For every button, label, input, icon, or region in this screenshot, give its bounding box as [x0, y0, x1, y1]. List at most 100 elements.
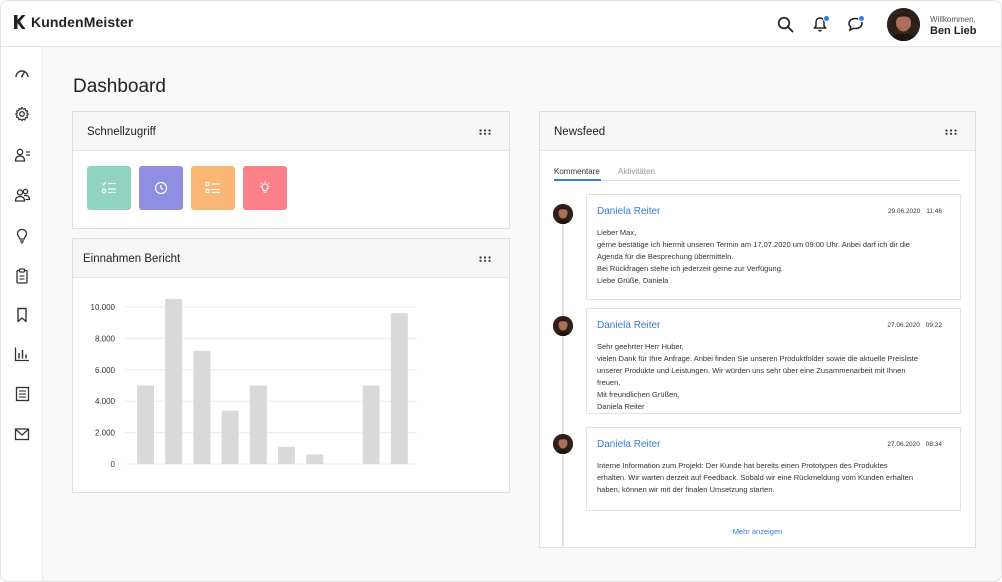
feed-line: Agenda für die Besprechung übermitteln. — [597, 252, 734, 261]
user-name[interactable]: Ben Lieb — [930, 25, 976, 37]
page-title: Dashboard — [73, 76, 166, 97]
feed-line: Interne Information zum Projekt: Der Kun… — [597, 461, 888, 470]
user-avatar[interactable] — [887, 8, 920, 41]
quick-access-title: Schnellzugriff — [87, 126, 156, 138]
bookmark-icon — [17, 307, 27, 323]
feed-author[interactable]: Daniela Reiter — [597, 320, 660, 331]
feed-author[interactable]: Daniela Reiter — [597, 206, 660, 217]
feed-timestamp: 29.06.2020 11:46 — [888, 208, 942, 215]
app-window: KundenMeister Willkommen, Ben Lieb Dashb… — [0, 0, 1002, 582]
checklist-icon — [101, 181, 116, 194]
clock-icon — [154, 181, 168, 195]
feed-line: Liebe Grüße, Daniela — [597, 276, 669, 285]
chart-bar[interactable] — [278, 446, 295, 464]
user-list-icon — [14, 148, 30, 162]
messages-button[interactable] — [844, 13, 866, 35]
quick-access-list-button[interactable] — [191, 166, 235, 210]
search-icon[interactable] — [774, 13, 796, 35]
newsfeed-header: Newsfeed — [540, 112, 975, 151]
more-menu-icon[interactable] — [479, 256, 491, 262]
newsfeed-tabs: Kommentare Aktivitäten — [554, 162, 960, 181]
chart-bar[interactable] — [221, 410, 239, 464]
feed-timestamp: 27.06.2020 08:34 — [887, 441, 942, 448]
feed-line: Bei Rückfragen stehe ich jederzeit gerne… — [597, 264, 783, 273]
income-report-card: Einnahmen Bericht 0 2.000 4.000 6.000 8.000 1… — [72, 238, 510, 493]
chart-bar[interactable] — [306, 454, 324, 464]
feed-item: Daniela Reiter 27.06.2020 08:34 Interne … — [586, 427, 961, 511]
lightbulb-icon — [259, 181, 271, 193]
feed-line: unserer Produkte und Leistungen. Wir wür… — [597, 366, 906, 375]
feed-timestamp: 27.06.2020 09:22 — [887, 322, 942, 329]
feed-message: Interne Information zum Projekt: Der Kun… — [597, 460, 950, 496]
sidebar — [1, 47, 43, 581]
feed-line: Mit freundlichen Grüßen, — [597, 390, 680, 399]
gear-icon — [15, 106, 29, 122]
feed-line: haben, können wir mit der finalen Umsetz… — [597, 485, 775, 494]
quick-access-time-button[interactable] — [139, 166, 183, 210]
feed-message: Lieber Max, gerne bestätige ich hiermit … — [597, 227, 950, 287]
feed-time: 09:22 — [925, 322, 942, 329]
notifications-button[interactable] — [809, 13, 831, 35]
newsfeed-title: Newsfeed — [554, 126, 606, 138]
quick-access-card: Schnellzugriff — [72, 111, 510, 229]
y-tick-label: 4.000 — [95, 397, 116, 406]
tab-activities[interactable]: Aktivitäten — [618, 167, 655, 176]
sidebar-item-dashboard[interactable] — [13, 65, 31, 83]
users-icon — [14, 188, 30, 202]
income-report-header: Einnahmen Bericht — [73, 239, 509, 278]
feed-item: Daniela Reiter 27.06.2020 09:22 Sehr gee… — [586, 308, 961, 414]
clipboard-icon — [16, 268, 28, 284]
more-menu-icon[interactable] — [479, 129, 491, 135]
sidebar-item-bookmarks[interactable] — [13, 306, 31, 324]
app-name: KundenMeister — [31, 14, 134, 30]
income-report-title: Einnahmen Bericht — [83, 253, 181, 265]
avatar — [553, 316, 573, 336]
feed-date: 29.06.2020 — [887, 208, 921, 215]
document-list-icon — [15, 386, 29, 402]
avatar — [553, 434, 573, 454]
sidebar-item-tasks[interactable] — [13, 267, 31, 285]
avatar — [553, 204, 573, 224]
sidebar-item-mail[interactable] — [13, 425, 31, 443]
y-tick-label: 6.000 — [95, 366, 116, 375]
feed-line: Lieber Max, — [597, 228, 637, 237]
sidebar-item-ideas[interactable] — [13, 227, 31, 245]
app-logo[interactable]: KundenMeister — [13, 14, 133, 30]
chart-bar[interactable] — [390, 313, 408, 464]
top-bar: KundenMeister Willkommen, Ben Lieb — [1, 1, 1001, 47]
y-tick-label: 8.000 — [95, 334, 116, 343]
quick-access-tasks-button[interactable] — [87, 166, 131, 210]
sidebar-item-reports[interactable] — [13, 345, 31, 363]
feed-author[interactable]: Daniela Reiter — [597, 439, 660, 450]
quick-access-ideas-button[interactable] — [243, 166, 287, 210]
dashboard-icon — [15, 70, 29, 78]
chart-bar[interactable] — [249, 385, 267, 465]
feed-line: Sehr geehrter Herr Huber, — [597, 342, 684, 351]
sidebar-item-documents[interactable] — [13, 385, 31, 403]
chart-bar[interactable] — [193, 350, 211, 464]
sidebar-item-contacts[interactable] — [13, 146, 31, 164]
sidebar-item-settings[interactable] — [13, 105, 31, 123]
list-icon — [205, 181, 220, 194]
chart-bar[interactable] — [137, 385, 154, 465]
message-badge — [858, 15, 865, 22]
tab-comments[interactable]: Kommentare — [554, 167, 600, 176]
show-more-link[interactable]: Mehr anzeigen — [540, 527, 975, 536]
bar-chart-icon — [14, 347, 29, 362]
notification-badge — [823, 15, 830, 22]
feed-line: freuen. — [597, 378, 621, 387]
chart-bar[interactable] — [362, 385, 380, 465]
feed-line: erhalten. Wir warten derzeit auf Feedbac… — [597, 473, 914, 482]
chart-bar[interactable] — [165, 299, 183, 464]
y-tick-label: 0 — [111, 460, 116, 469]
mail-icon — [14, 428, 30, 441]
more-menu-icon[interactable] — [945, 129, 957, 135]
newsfeed-card: Newsfeed Kommentare Aktivitäten Daniela … — [539, 111, 976, 548]
feed-time: 11:46 — [926, 208, 942, 215]
sidebar-item-groups[interactable] — [13, 186, 31, 204]
feed-date: 27.06.2020 — [887, 322, 920, 329]
feed-line: Daniela Reiter — [597, 402, 645, 411]
lightbulb-icon — [16, 228, 28, 244]
feed-date: 27.06.2020 — [887, 441, 920, 448]
feed-line: gerne bestätige ich hiermit unseren Term… — [597, 240, 910, 249]
